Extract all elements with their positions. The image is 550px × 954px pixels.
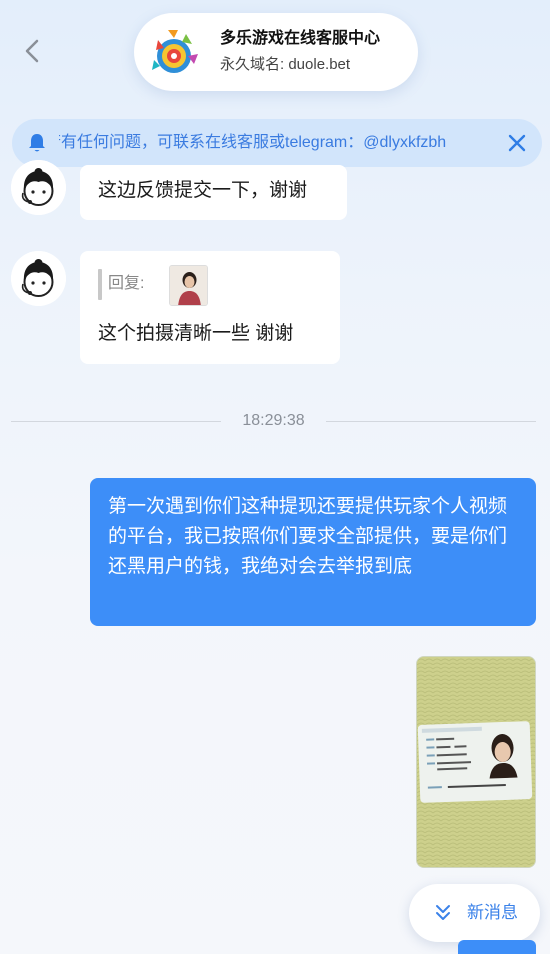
agent-avatar [11, 251, 66, 306]
bell-icon [29, 134, 45, 152]
page-title: 多乐游戏在线客服中心 [220, 30, 381, 47]
new-message-label: 新消息 [467, 903, 518, 922]
image-message-id-card[interactable] [416, 656, 536, 868]
back-button[interactable] [18, 36, 48, 66]
message-text: 这边反馈提交一下，谢谢 [98, 180, 308, 201]
message-text: 这个拍摄清晰一些 谢谢 [98, 323, 294, 344]
agent-avatar [11, 160, 66, 215]
message-bubble-incoming: 这边反馈提交一下，谢谢 [80, 165, 347, 220]
reply-label: 回复: [108, 275, 145, 292]
domain-label: 永久域名: duole.bet [220, 56, 351, 73]
divider [326, 421, 536, 422]
reply-image-thumbnail[interactable] [169, 265, 208, 306]
reply-quote-bar [98, 269, 102, 300]
close-icon[interactable] [506, 132, 528, 154]
message-bubble-incoming-reply: 回复: 这个拍摄清晰一些 谢谢 [80, 251, 340, 364]
message-bubble-outgoing: 第一次遇到你们这种提现还要提供玩家个人视频的平台，我已按照你们要求全部提供，要是… [90, 478, 536, 626]
message-bubble-outgoing-partial [458, 940, 536, 954]
divider [11, 421, 221, 422]
notice-text: 若有任何问题，可联系在线客服或telegram：@dlyxkfzbh [59, 134, 447, 151]
message-text: 第一次遇到你们这种提现还要提供玩家个人视频的平台，我已按照你们要求全部提供，要是… [108, 496, 508, 577]
double-chevron-down-icon [436, 905, 450, 920]
notice-bar: 若有任何问题，可联系在线客服或telegram：@dlyxkfzbh [12, 119, 542, 167]
app-logo [148, 26, 200, 78]
header-card: 多乐游戏在线客服中心 永久域名: duole.bet [134, 13, 418, 91]
new-message-button[interactable]: 新消息 [409, 884, 540, 942]
chevron-left-icon [25, 39, 39, 63]
timestamp: 18:29:38 [242, 412, 305, 429]
